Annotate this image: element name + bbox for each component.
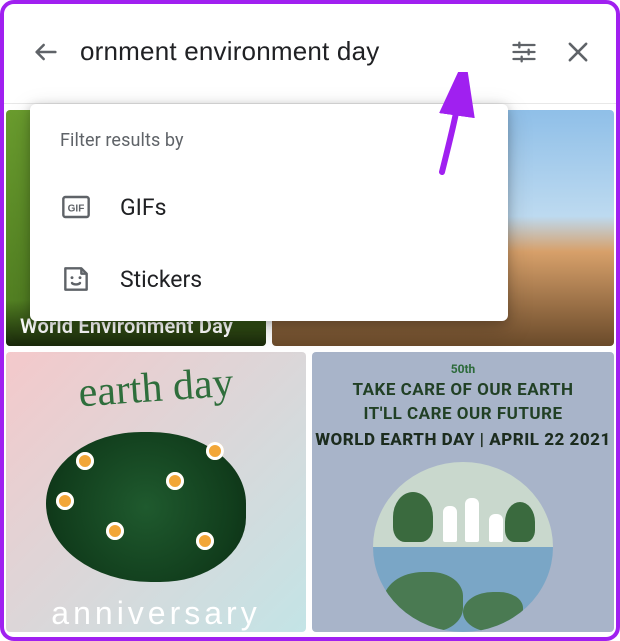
result-thumbnail[interactable]: earth day anniversary xyxy=(6,352,306,632)
thumbnail-tag: 50th xyxy=(451,362,476,376)
tune-icon xyxy=(510,38,538,66)
thumbnail-line1: TAKE CARE OF OUR EARTH xyxy=(352,380,573,400)
filter-dropdown: Filter results by GIF GIFs Sticke xyxy=(30,104,508,321)
back-button[interactable] xyxy=(26,32,66,72)
search-bar xyxy=(0,0,620,104)
thumbnail-line3: WORLD EARTH DAY | APRIL 22 2021 xyxy=(315,430,611,450)
sticker-icon xyxy=(60,263,92,295)
filter-tune-button[interactable] xyxy=(504,32,544,72)
svg-text:GIF: GIF xyxy=(68,204,85,215)
thumbnail-line2: IT'LL CARE OUR FUTURE xyxy=(363,404,562,424)
arrow-left-icon xyxy=(32,38,60,66)
gif-icon: GIF xyxy=(60,191,92,223)
close-button[interactable] xyxy=(558,32,598,72)
filter-option-label: GIFs xyxy=(120,194,167,221)
search-input[interactable] xyxy=(80,36,490,67)
thumbnail-title: earth day xyxy=(6,354,306,423)
filter-option-label: Stickers xyxy=(120,266,202,293)
close-icon xyxy=(564,38,592,66)
thumbnail-bottom-text: anniversary xyxy=(6,595,306,632)
result-thumbnail[interactable]: 50th TAKE CARE OF OUR EARTH IT'LL CARE O… xyxy=(312,352,614,632)
filter-option-stickers[interactable]: Stickers xyxy=(30,243,508,315)
filter-option-gifs[interactable]: GIF GIFs xyxy=(30,171,508,243)
filter-panel-title: Filter results by xyxy=(30,122,508,171)
